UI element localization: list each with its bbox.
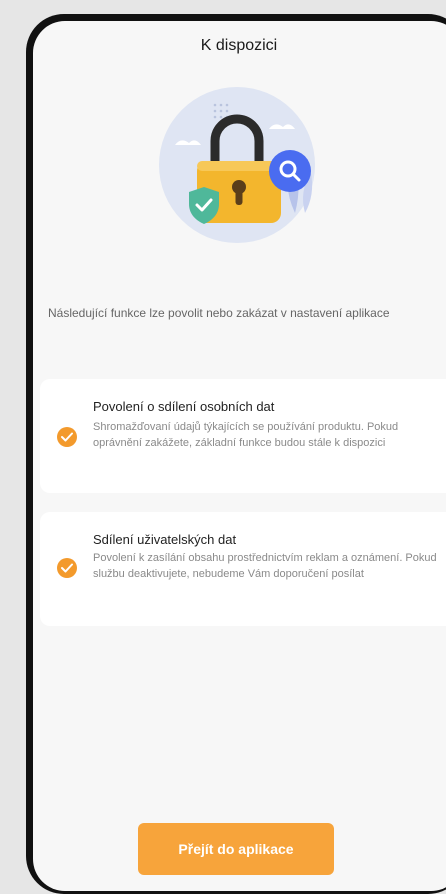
app-screen: K dispozici Následující funkce lze povol [33, 21, 446, 891]
page-title: K dispozici [200, 37, 278, 54]
permission-card-user-data[interactable]: Sdílení uživatelských dat Povolení k zas… [40, 512, 446, 626]
shield-check-icon [189, 187, 219, 224]
permission-title: Povolení o sdílení osobních dat [93, 399, 275, 414]
permission-description: Shromažďovaní údajů týkajících se použív… [93, 421, 399, 449]
intro-text: Následující funkce lze povolit nebo zaká… [48, 306, 390, 320]
check-icon[interactable] [57, 427, 77, 447]
go-to-app-button[interactable]: Přejít do aplikace [138, 823, 334, 875]
check-icon[interactable] [57, 558, 77, 578]
permission-card-personal-data[interactable]: Povolení o sdílení osobních dat Shromažď… [40, 379, 446, 493]
permission-title: Sdílení uživatelských dat [93, 532, 237, 547]
search-icon [269, 150, 311, 192]
permission-description: Povolení k zasílání obsahu prostřednictv… [93, 552, 437, 580]
